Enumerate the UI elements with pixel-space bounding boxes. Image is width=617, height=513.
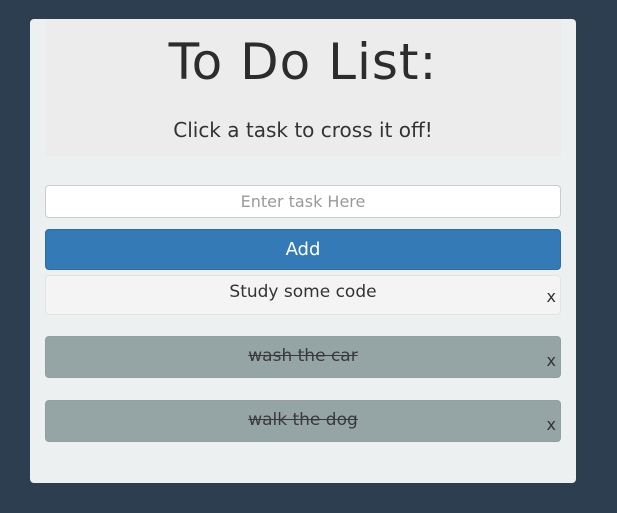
page-title: To Do List:	[168, 33, 438, 91]
page-subtitle: Click a task to cross it off!	[173, 118, 433, 142]
task-item[interactable]: Study some code x	[45, 275, 561, 315]
task-item-completed[interactable]: walk the dog x	[45, 400, 561, 442]
todo-card: To Do List: Click a task to cross it off…	[30, 19, 576, 483]
remove-task-button[interactable]: x	[547, 287, 556, 306]
task-item-completed[interactable]: wash the car x	[45, 336, 561, 378]
remove-task-button[interactable]: x	[547, 351, 556, 370]
task-input[interactable]	[45, 185, 561, 218]
task-text: walk the dog	[248, 410, 358, 430]
add-button[interactable]: Add	[45, 229, 561, 270]
header: To Do List: Click a task to cross it off…	[45, 19, 561, 156]
task-text: wash the car	[248, 346, 358, 366]
task-text: Study some code	[229, 282, 377, 302]
remove-task-button[interactable]: x	[547, 415, 556, 434]
